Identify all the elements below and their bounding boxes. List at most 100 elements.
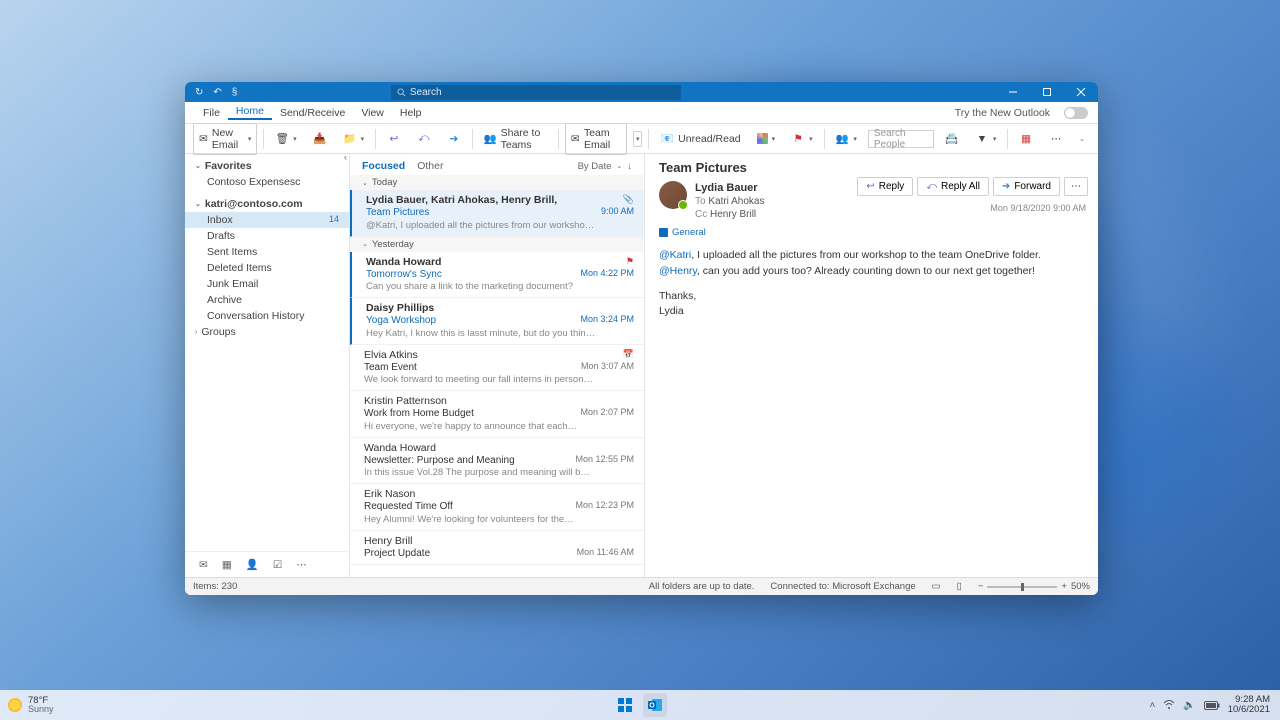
- share-teams-button[interactable]: 👥Share to Teams: [479, 124, 552, 154]
- unread-read-button[interactable]: 📧Unread/Read: [655, 129, 745, 149]
- group-header[interactable]: ⌄ Yesterday: [350, 237, 644, 252]
- archive-button[interactable]: 📥: [308, 129, 332, 149]
- message-preview: Hey Katri, I know this is lasst minute, …: [366, 328, 596, 340]
- nav-drafts[interactable]: Drafts: [185, 228, 349, 244]
- weather-condition: Sunny: [28, 705, 54, 714]
- envelope-icon: ✉: [571, 132, 580, 146]
- message-time: Mon 3:24 PM: [580, 314, 634, 325]
- search-input[interactable]: Search: [391, 85, 681, 100]
- team-email-dropdown[interactable]: ▾: [633, 131, 643, 147]
- message-item[interactable]: Elvia AtkinsTeam EventWe look forward to…: [350, 345, 644, 392]
- favorites-header[interactable]: ⌄Favorites: [185, 158, 349, 174]
- find-contact-button[interactable]: 👥▾: [830, 129, 862, 149]
- start-button[interactable]: [613, 693, 637, 717]
- header-reply-all-button[interactable]: ⤺ Reply All: [917, 177, 989, 196]
- view-reading-icon[interactable]: ▯: [957, 581, 962, 592]
- apps-icon: ▦: [1019, 132, 1033, 146]
- address-book-button[interactable]: 📇: [940, 129, 964, 149]
- tasks-switcher-icon[interactable]: ☑: [273, 559, 282, 571]
- tray-chevron-icon[interactable]: ˄: [1149, 700, 1155, 711]
- collapse-nav-button[interactable]: ‹: [342, 150, 349, 164]
- message-item[interactable]: Erik NasonRequested Time OffHey Alumni! …: [350, 484, 644, 531]
- nav-convo-history[interactable]: Conversation History: [185, 308, 349, 324]
- people-switcher-icon[interactable]: 👤: [246, 558, 259, 571]
- try-new-outlook-toggle[interactable]: [1064, 107, 1088, 119]
- categorize-button[interactable]: ▾: [752, 130, 781, 147]
- flag-button[interactable]: ⚑▾: [786, 129, 818, 149]
- nav-groups[interactable]: ›Groups: [185, 324, 349, 340]
- nav-contoso-expense[interactable]: Contoso Expensesc: [185, 174, 349, 190]
- message-item[interactable]: Kristin PatternsonWork from Home BudgetH…: [350, 391, 644, 438]
- battery-icon[interactable]: [1204, 701, 1220, 710]
- volume-icon[interactable]: 🔈: [1183, 700, 1195, 711]
- mail-switcher-icon[interactable]: ✉: [199, 559, 208, 571]
- message-list: ‹ Focused Other By Date⌄↓ ⌄ TodayLydia B…: [350, 154, 645, 577]
- menu-sendreceive[interactable]: Send/Receive: [272, 107, 353, 119]
- wifi-icon[interactable]: [1163, 700, 1175, 710]
- ribbon-overflow-button[interactable]: ⋯: [1044, 129, 1068, 149]
- calendar-switcher-icon[interactable]: ▦: [222, 559, 232, 571]
- message-item[interactable]: Wanda HowardNewsletter: Purpose and Mean…: [350, 438, 644, 485]
- message-item[interactable]: Lydia Bauer, Katri Ahokas, Henry Brill,T…: [350, 190, 644, 237]
- new-email-button[interactable]: ✉ New Email ▾: [193, 123, 257, 155]
- nav-inbox[interactable]: Inbox14: [185, 212, 349, 228]
- nav-deleted[interactable]: Deleted Items: [185, 260, 349, 276]
- search-people-placeholder: Search People: [874, 128, 928, 150]
- close-button[interactable]: [1064, 82, 1098, 102]
- zoom-control[interactable]: − + 50%: [978, 581, 1090, 592]
- filter-button[interactable]: ▼▾: [970, 129, 1002, 149]
- header-actions-overflow-button[interactable]: ⋯: [1064, 177, 1088, 196]
- message-preview: We look forward to meeting our fall inte…: [364, 374, 594, 386]
- nav-junk[interactable]: Junk Email: [185, 276, 349, 292]
- sync-icon[interactable]: ↻: [195, 87, 203, 98]
- ribbon-options-button[interactable]: ⌄: [1074, 132, 1090, 146]
- taskbar-clock[interactable]: 9:28 AM 10/6/2021: [1228, 695, 1270, 716]
- account-header[interactable]: ⌄katri@contoso.com: [185, 196, 349, 212]
- windows-taskbar: 78°F Sunny O ˄ 🔈 9:28 AM 10/6/2021: [0, 690, 1280, 720]
- forward-button[interactable]: ➔: [442, 129, 466, 149]
- switcher-overflow-icon[interactable]: ⋯: [296, 559, 307, 571]
- message-item[interactable]: Henry BrillProject UpdateMon 11:46 AM: [350, 531, 644, 566]
- minimize-button[interactable]: [996, 82, 1030, 102]
- trash-icon: 🗑: [275, 132, 289, 146]
- zoom-in-icon[interactable]: +: [1061, 581, 1067, 592]
- menu-file[interactable]: File: [195, 107, 228, 119]
- nav-archive[interactable]: Archive: [185, 292, 349, 308]
- reply-all-button[interactable]: ⤺: [412, 129, 436, 149]
- header-reply-button[interactable]: ↩ Reply: [857, 177, 913, 196]
- nav-sent[interactable]: Sent Items: [185, 244, 349, 260]
- share-teams-label: Share to Teams: [501, 127, 547, 151]
- move-button[interactable]: 📁▾: [338, 129, 370, 149]
- status-connection: Connected to: Microsoft Exchange: [770, 581, 915, 592]
- tab-focused[interactable]: Focused: [362, 160, 405, 172]
- try-new-outlook-label: Try the New Outlook: [947, 107, 1058, 119]
- view-normal-icon[interactable]: ▭: [932, 581, 941, 592]
- delete-button[interactable]: 🗑▾: [270, 129, 302, 149]
- message-time: Mon 11:46 AM: [577, 547, 634, 558]
- undo-icon[interactable]: ↶: [213, 87, 221, 98]
- menu-home[interactable]: Home: [228, 105, 272, 120]
- maximize-button[interactable]: [1030, 82, 1064, 102]
- menu-help[interactable]: Help: [392, 107, 430, 119]
- tab-other[interactable]: Other: [417, 160, 443, 172]
- flag-icon: ⚑: [626, 256, 634, 267]
- message-item[interactable]: Wanda HowardTomorrow's SyncCan you share…: [350, 252, 644, 299]
- taskbar-outlook-icon[interactable]: O: [643, 693, 667, 717]
- message-category[interactable]: General: [645, 227, 1098, 242]
- search-people-input[interactable]: Search People: [868, 130, 934, 148]
- tag-icon: [659, 228, 668, 237]
- sort-dropdown[interactable]: By Date⌄↓: [578, 161, 632, 172]
- apps-button[interactable]: ▦: [1014, 129, 1038, 149]
- message-list-body[interactable]: ⌄ TodayLydia Bauer, Katri Ahokas, Henry …: [350, 175, 644, 577]
- message-item[interactable]: Daisy PhillipsYoga WorkshopHey Katri, I …: [350, 298, 644, 345]
- header-forward-button[interactable]: ➔ Forward: [993, 177, 1060, 196]
- zoom-slider[interactable]: [987, 586, 1057, 588]
- reply-button[interactable]: ↩: [382, 129, 406, 149]
- statusbar: Items: 230 All folders are up to date. C…: [185, 577, 1098, 595]
- qat-overflow-icon[interactable]: §▾: [232, 87, 241, 98]
- weather-widget[interactable]: 78°F Sunny: [0, 696, 62, 715]
- zoom-out-icon[interactable]: −: [978, 581, 984, 592]
- group-header[interactable]: ⌄ Today: [350, 175, 644, 190]
- menu-view[interactable]: View: [353, 107, 392, 119]
- team-email-button[interactable]: ✉Team Email: [565, 123, 627, 155]
